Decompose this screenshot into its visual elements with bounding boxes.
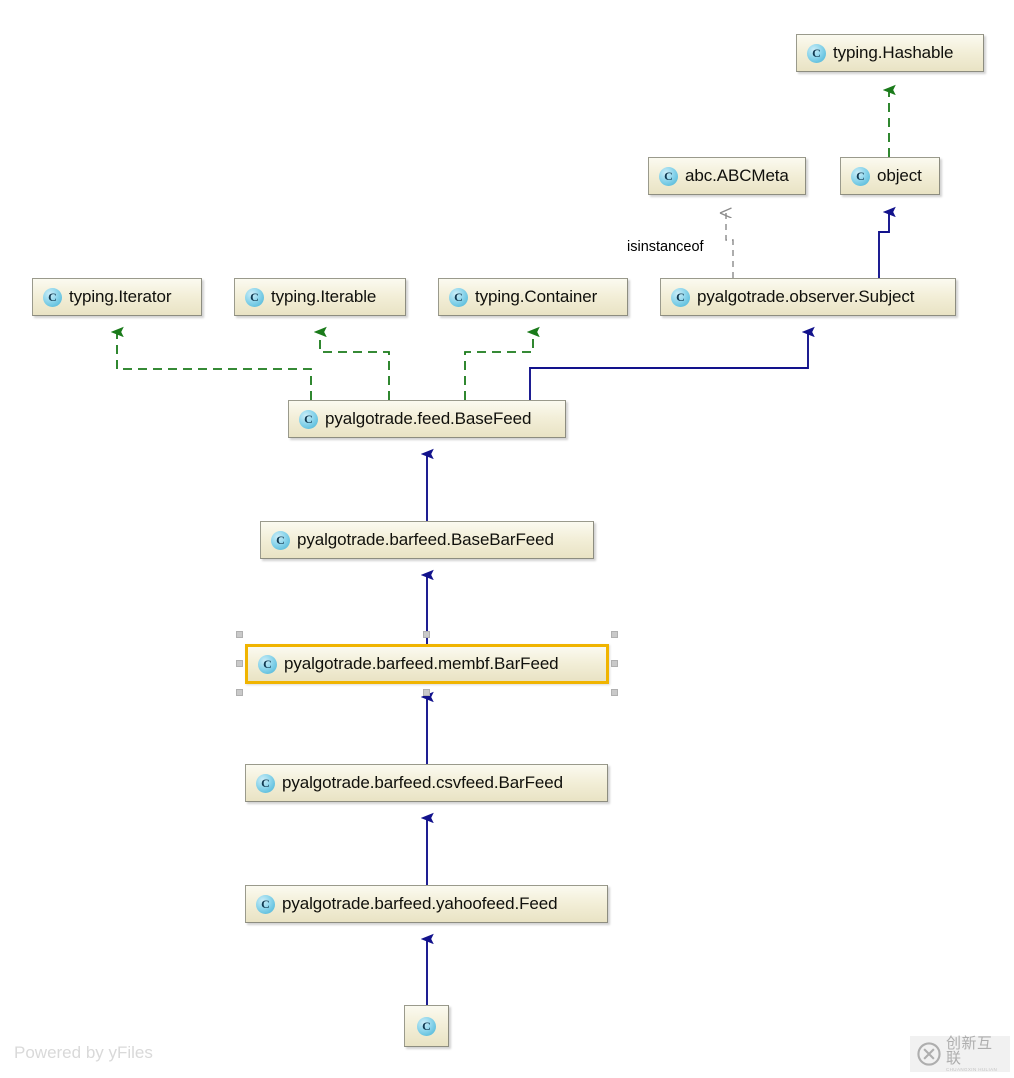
class-icon: C xyxy=(807,43,826,63)
class-node-label: pyalgotrade.barfeed.yahoofeed.Feed xyxy=(282,894,558,913)
selection-handle[interactable] xyxy=(236,689,243,696)
class-node-abc-abcmeta[interactable]: C abc.ABCMeta xyxy=(648,157,806,195)
class-node-typing-iterator[interactable]: C typing.Iterator xyxy=(32,278,202,316)
edge-basefeed-to-iterator xyxy=(117,332,312,400)
edge-subject-to-abcmeta xyxy=(726,213,734,278)
class-node-pyalgotrade-feed-basefeed[interactable]: C pyalgotrade.feed.BaseFeed xyxy=(288,400,566,438)
class-icon: C xyxy=(258,654,277,674)
selection-handle[interactable] xyxy=(236,660,243,667)
selection-handle[interactable] xyxy=(611,631,618,638)
class-node-label: typing.Hashable xyxy=(833,43,954,62)
class-icon: C xyxy=(671,287,690,307)
selection-handle[interactable] xyxy=(236,631,243,638)
class-node-pyalgotrade-barfeed-membf-barfeed[interactable]: C pyalgotrade.barfeed.membf.BarFeed xyxy=(245,644,609,684)
selection-handle[interactable] xyxy=(423,631,430,638)
site-watermark: 创新互联 CHUANGXIN HULIAN xyxy=(910,1033,1010,1072)
class-icon: C xyxy=(449,287,468,307)
class-node-pyalgotrade-barfeed-yahoofeed-feed[interactable]: C pyalgotrade.barfeed.yahoofeed.Feed xyxy=(245,885,608,923)
uml-diagram-canvas[interactable]: C typing.Hashable C abc.ABCMeta C object… xyxy=(0,0,1014,1078)
class-icon: C xyxy=(245,287,264,307)
class-icon: C xyxy=(256,773,275,793)
edge-basefeed-to-container xyxy=(464,332,533,400)
class-node-label: typing.Iterable xyxy=(271,287,377,306)
class-node-unnamed[interactable]: C xyxy=(404,1005,449,1047)
class-node-label: pyalgotrade.barfeed.csvfeed.BarFeed xyxy=(282,773,563,792)
edge-subject-to-object xyxy=(878,212,889,278)
class-node-label: abc.ABCMeta xyxy=(685,166,789,185)
site-logo-icon xyxy=(917,1042,941,1066)
edge-basefeed-to-iterable xyxy=(320,332,390,400)
class-node-label: object xyxy=(877,166,922,185)
class-node-label: pyalgotrade.barfeed.membf.BarFeed xyxy=(284,654,559,673)
edge-label-isinstanceof: isinstanceof xyxy=(627,239,704,255)
site-watermark-en-text: CHUANGXIN HULIAN xyxy=(946,1066,998,1072)
class-icon: C xyxy=(43,287,62,307)
class-node-object[interactable]: C object xyxy=(840,157,940,195)
class-node-label: typing.Iterator xyxy=(69,287,172,306)
class-icon: C xyxy=(851,166,870,186)
class-node-pyalgotrade-observer-subject[interactable]: C pyalgotrade.observer.Subject xyxy=(660,278,956,316)
class-node-pyalgotrade-barfeed-csvfeed-barfeed[interactable]: C pyalgotrade.barfeed.csvfeed.BarFeed xyxy=(245,764,608,802)
class-icon: C xyxy=(299,409,318,429)
site-watermark-cn-text: 创新互联 xyxy=(946,1033,993,1067)
class-node-label: pyalgotrade.observer.Subject xyxy=(697,287,915,306)
class-icon: C xyxy=(256,894,275,914)
yfiles-watermark: Powered by yFiles xyxy=(14,1043,153,1062)
class-icon: C xyxy=(417,1016,436,1036)
selection-handle[interactable] xyxy=(423,689,430,696)
selection-handle[interactable] xyxy=(611,660,618,667)
class-node-typing-container[interactable]: C typing.Container xyxy=(438,278,628,316)
class-icon: C xyxy=(271,530,290,550)
selection-handle[interactable] xyxy=(611,689,618,696)
class-node-typing-hashable[interactable]: C typing.Hashable xyxy=(796,34,984,72)
class-icon: C xyxy=(659,166,678,186)
class-node-typing-iterable[interactable]: C typing.Iterable xyxy=(234,278,406,316)
class-node-label: pyalgotrade.feed.BaseFeed xyxy=(325,409,532,428)
class-node-label: pyalgotrade.barfeed.BaseBarFeed xyxy=(297,530,554,549)
class-node-label: typing.Container xyxy=(475,287,598,306)
class-node-pyalgotrade-barfeed-basebarfeed[interactable]: C pyalgotrade.barfeed.BaseBarFeed xyxy=(260,521,594,559)
edge-basefeed-to-subject xyxy=(529,332,808,400)
